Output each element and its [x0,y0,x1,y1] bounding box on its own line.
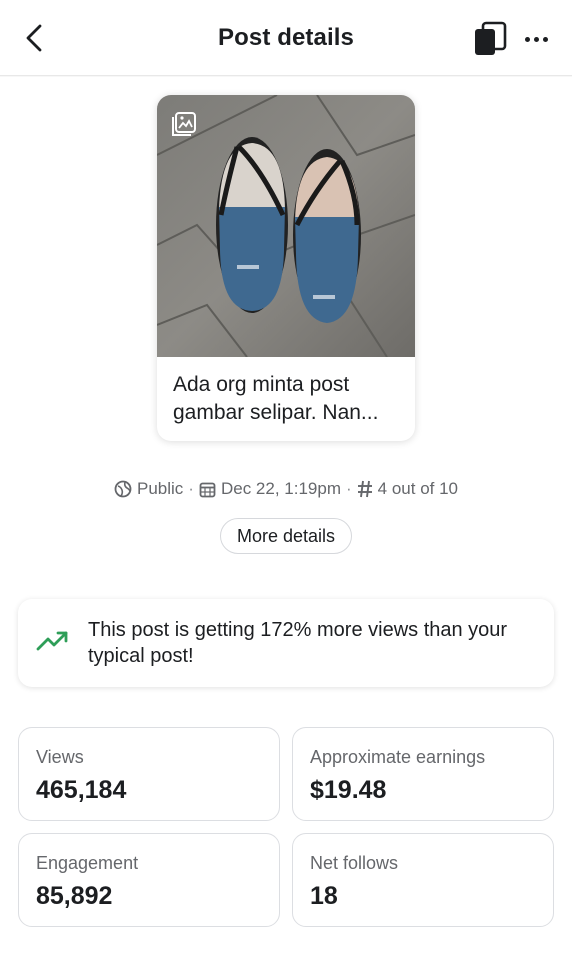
stat-value: $19.48 [310,776,387,804]
insight-text: This post is getting 172% more views tha… [88,619,508,667]
copy-icon [475,21,507,55]
hashtag-icon [357,480,372,498]
more-horizontal-icon [524,36,530,42]
post-meta-row: Public · Dec 22, 1:19pm · 4 out of 10 [0,479,572,499]
separator: · [188,479,194,498]
separator: · [345,479,352,498]
stat-value: 18 [310,882,338,910]
audience-label: Public [136,479,184,498]
post-date: Dec 22, 1:19pm [220,479,341,498]
stat-label: Net follows [310,853,399,873]
more-options-button[interactable] [518,26,554,52]
stat-label: Views [36,747,84,767]
post-rank: 4 out of 10 [377,479,458,498]
trending-up-icon [36,631,68,651]
stat-approximate-earnings[interactable]: Approximate earnings $19.48 [292,727,554,821]
more-details-button[interactable]: More details [220,518,352,554]
photo-icon [172,112,196,136]
stat-engagement[interactable]: Engagement 85,892 [18,833,280,927]
post-details-content: Ada org minta post gambar selipar. Nan..… [0,77,572,960]
post-caption: Ada org minta post gambar selipar. Nan..… [173,373,379,424]
stat-value: 465,184 [36,776,127,804]
copy-button[interactable] [472,21,508,57]
stat-net-follows[interactable]: Net follows 18 [292,833,554,927]
stat-views[interactable]: Views 465,184 [18,727,280,821]
top-bar: Post details [0,0,572,76]
insight-card: This post is getting 172% more views tha… [18,599,554,687]
globe-icon [114,480,132,498]
calendar-icon [199,482,216,497]
post-preview-card[interactable]: Ada org minta post gambar selipar. Nan..… [157,95,415,441]
stat-value: 85,892 [36,882,113,910]
stat-label: Approximate earnings [310,747,486,767]
stat-label: Engagement [36,853,139,873]
